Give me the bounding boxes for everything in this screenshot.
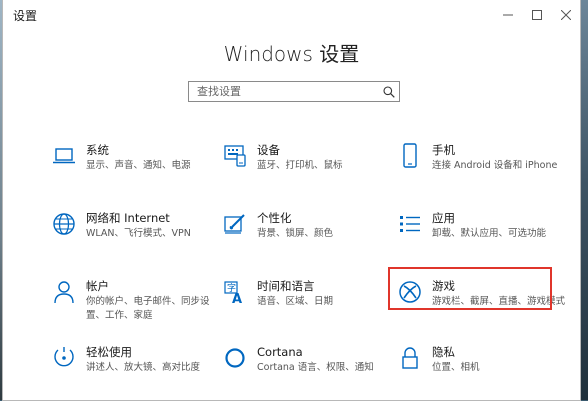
tile-system[interactable]: 系统 显示、声音、通知、电源 (51, 143, 219, 199)
tile-network[interactable]: 网络和 Internet WLAN、飞行模式、VPN (51, 211, 219, 267)
window-title: 设置 (13, 8, 38, 23)
tile-description: Cortana 语言、权限、通知 (257, 362, 374, 373)
tile-devices[interactable]: 设备 蓝牙、打印机、鼠标 (222, 143, 390, 199)
page-title: Windows 设置 (223, 42, 360, 66)
tile-name: 应用 (432, 211, 455, 225)
tile-name: 设备 (257, 143, 280, 157)
tile-description: WLAN、飞行模式、VPN (86, 228, 191, 239)
tile-description-line2: 置、工作、家庭 (86, 310, 153, 321)
tile-description: 语音、区域、日期 (257, 296, 334, 307)
laptop-icon (51, 143, 77, 169)
maximize-icon (531, 10, 542, 20)
tile-name: 隐私 (432, 345, 455, 359)
search-input[interactable] (189, 85, 379, 98)
tile-description: 位置、相机 (432, 362, 480, 373)
tile-description: 讲述人、放大镜、高对比度 (86, 362, 201, 373)
keyboard-device-icon (222, 143, 248, 169)
tile-description: 连接 Android 设备和 iPhone (432, 160, 558, 171)
tile-name: 轻松使用 (86, 345, 132, 359)
close-button[interactable] (551, 0, 580, 30)
tile-name: 网络和 Internet (86, 211, 170, 225)
search-box[interactable] (188, 81, 400, 102)
tile-name: 个性化 (257, 211, 292, 225)
tile-description: 你的帐户、电子邮件、同步设 (86, 296, 210, 307)
search-icon[interactable] (379, 82, 399, 101)
tile-time-language[interactable]: 字A 时间和语言 语音、区域、日期 (222, 279, 390, 335)
window-controls (493, 0, 580, 30)
maximize-button[interactable] (522, 0, 551, 30)
tile-name: 时间和语言 (257, 279, 315, 293)
tile-description: 背景、锁屏、颜色 (257, 228, 334, 239)
settings-window: 设置 Windows 设置 系统 显示、声音、通知、电源 (3, 0, 580, 400)
tile-phone[interactable]: 手机 连接 Android 设备和 iPhone (397, 143, 565, 199)
paint-brush-icon (222, 211, 248, 237)
globe-icon (51, 211, 77, 237)
tile-description: 蓝牙、打印机、鼠标 (257, 160, 343, 171)
tile-ease-of-access[interactable]: 轻松使用 讲述人、放大镜、高对比度 (51, 345, 219, 401)
lock-icon (397, 345, 423, 371)
gaming-highlight-box (388, 267, 552, 310)
tile-apps[interactable]: 应用 卸载、默认应用、可选功能 (397, 211, 565, 267)
tile-name: 帐户 (86, 279, 109, 293)
tile-description: 卸载、默认应用、可选功能 (432, 228, 547, 239)
phone-icon (397, 143, 423, 169)
tile-personalization[interactable]: 个性化 背景、锁屏、颜色 (222, 211, 390, 267)
tile-cortana[interactable]: Cortana Cortana 语言、权限、通知 (222, 345, 390, 401)
close-icon (560, 10, 571, 20)
tile-description: 显示、声音、通知、电源 (86, 160, 191, 171)
desktop-wallpaper-right (580, 0, 588, 400)
person-icon (51, 279, 77, 305)
svg-text:A: A (232, 292, 242, 304)
tile-accounts[interactable]: 帐户 你的帐户、电子邮件、同步设 置、工作、家庭 (51, 279, 219, 335)
minimize-button[interactable] (493, 0, 522, 30)
tile-name: 手机 (432, 143, 455, 157)
tile-privacy[interactable]: 隐私 位置、相机 (397, 345, 565, 401)
time-language-icon: 字A (222, 279, 248, 305)
minimize-icon (502, 14, 513, 16)
ease-of-access-icon (51, 345, 77, 371)
title-bar[interactable]: 设置 (3, 0, 580, 30)
cortana-icon (222, 345, 248, 371)
apps-list-icon (397, 211, 423, 237)
tile-name: Cortana (257, 345, 303, 359)
tile-name: 系统 (86, 143, 109, 157)
